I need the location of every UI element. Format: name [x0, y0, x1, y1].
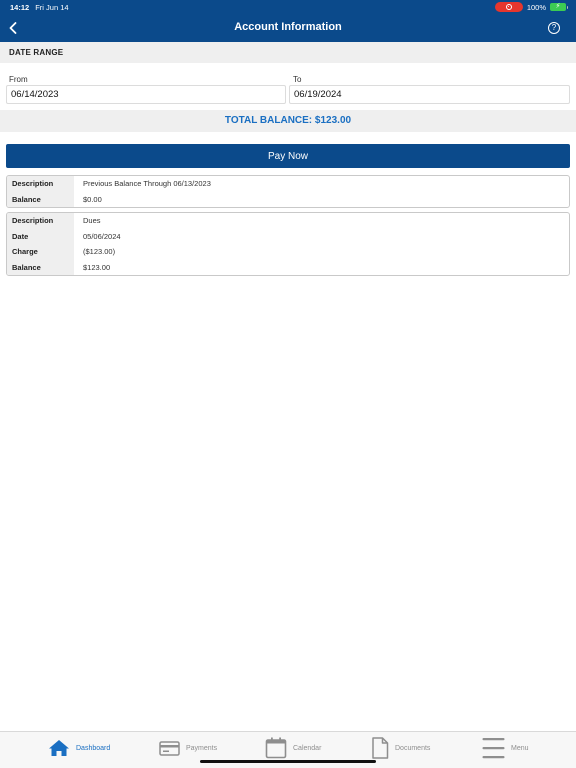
- tab-label: Menu: [511, 744, 529, 752]
- tab-menu[interactable]: Menu: [482, 736, 529, 760]
- card-row: Date 05/06/2024: [7, 228, 569, 244]
- row-key: Balance: [7, 259, 74, 275]
- tab-documents[interactable]: Documents: [371, 736, 430, 760]
- battery-percent: 100%: [526, 2, 546, 12]
- battery-icon: ⚡: [550, 3, 568, 11]
- credit-card-icon: [159, 740, 180, 756]
- row-key: Date: [7, 228, 74, 244]
- status-bar: 14:12 Fri Jun 14 100% ⚡: [0, 0, 576, 14]
- tab-label: Calendar: [293, 744, 322, 752]
- card-row: Balance $123.00: [7, 259, 569, 275]
- menu-icon: [482, 738, 505, 759]
- home-indicator[interactable]: [200, 760, 376, 763]
- tab-calendar[interactable]: Calendar: [265, 736, 321, 760]
- page-title: Account Information: [234, 21, 342, 33]
- row-key: Charge: [7, 244, 74, 260]
- from-date-input[interactable]: [6, 85, 286, 104]
- card-row: Description Previous Balance Through 06/…: [7, 176, 569, 192]
- card-row: Balance $0.00: [7, 191, 569, 207]
- row-value: $123.00: [83, 262, 111, 272]
- tab-dashboard[interactable]: Dashboard: [48, 736, 110, 760]
- help-icon[interactable]: ?: [548, 22, 560, 34]
- date-range-heading: DATE RANGE: [0, 42, 576, 63]
- row-value: $0.00: [83, 194, 102, 204]
- row-value: Previous Balance Through 06/13/2023: [83, 179, 211, 188]
- app-header: 14:12 Fri Jun 14 100% ⚡ Account Informati…: [0, 0, 576, 42]
- balance-card: Description Previous Balance Through 06/…: [6, 175, 570, 208]
- row-value: Dues: [83, 216, 101, 225]
- total-balance: TOTAL BALANCE: $123.00: [0, 110, 576, 132]
- tab-label: Dashboard: [76, 744, 111, 752]
- tab-payments[interactable]: Payments: [159, 736, 217, 760]
- card-row: Charge ($123.00): [7, 244, 569, 260]
- row-key: Balance: [7, 191, 74, 207]
- pay-now-button[interactable]: Pay Now: [6, 144, 570, 168]
- tab-label: Payments: [186, 744, 218, 752]
- from-label: From: [9, 75, 28, 84]
- card-row: Description Dues: [7, 213, 569, 229]
- to-date-input[interactable]: [289, 85, 570, 104]
- status-date: Fri Jun 14: [35, 3, 69, 12]
- document-icon: [372, 737, 389, 759]
- to-label: To: [293, 75, 302, 84]
- home-icon: [49, 740, 69, 756]
- tab-label: Documents: [395, 744, 431, 752]
- status-time: 14:12: [10, 3, 30, 12]
- calendar-icon: [265, 737, 287, 759]
- row-key: Description: [7, 176, 74, 192]
- row-key: Description: [7, 213, 74, 229]
- transaction-card: Description Dues Date 05/06/2024 Charge …: [6, 212, 570, 276]
- row-value: 05/06/2024: [83, 231, 121, 241]
- row-value: ($123.00): [83, 247, 116, 256]
- screen-recording-icon[interactable]: [494, 2, 523, 12]
